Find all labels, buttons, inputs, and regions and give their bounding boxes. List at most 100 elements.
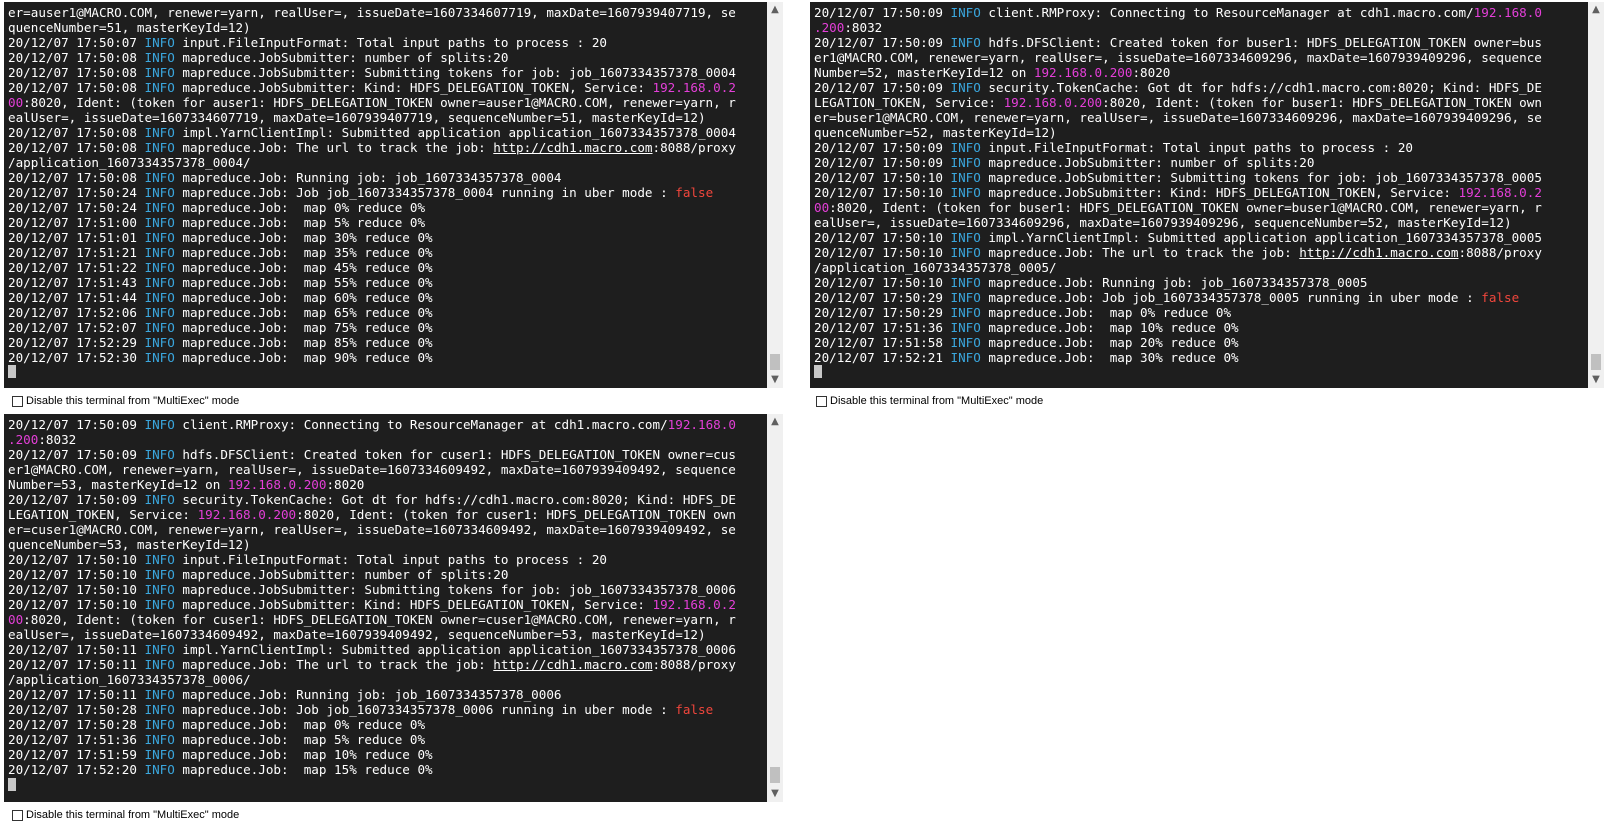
log-text: 20/12/07 17:52:29 <box>8 335 145 350</box>
log-text: mapreduce.Job: Job job_1607334357378_000… <box>174 702 676 717</box>
log-text: 20/12/07 17:50:08 <box>8 125 145 140</box>
log-level: INFO <box>144 335 175 350</box>
multiexec-toggle[interactable]: Disable this terminal from "MultiExec" m… <box>12 809 239 821</box>
terminal-line: 20/12/07 17:51:36 INFO mapreduce.Job: ma… <box>8 732 765 747</box>
log-text: 20/12/07 17:50:09 <box>8 447 145 462</box>
log-level: INFO <box>144 717 175 732</box>
terminal-3[interactable]: 20/12/07 17:50:09 INFO client.RMProxy: C… <box>4 414 783 802</box>
terminal-line: 00:8020, Ident: (token for auser1: HDFS_… <box>8 95 765 110</box>
vertical-scrollbar[interactable]: ▲ ▼ <box>1588 2 1604 388</box>
scrollbar-thumb[interactable] <box>770 767 780 783</box>
log-text: 20/12/07 17:52:30 <box>8 350 145 365</box>
terminal-line: 20/12/07 17:51:22 INFO mapreduce.Job: ma… <box>8 260 765 275</box>
scroll-up-icon[interactable]: ▲ <box>1588 2 1604 18</box>
terminal-line: 20/12/07 17:52:06 INFO mapreduce.Job: ma… <box>8 305 765 320</box>
log-text: mapreduce.JobSubmitter: Kind: HDFS_DELEG… <box>174 80 653 95</box>
log-level: INFO <box>950 185 981 200</box>
log-text: :8020 <box>326 477 365 492</box>
terminal-cursor <box>8 365 16 378</box>
log-level: INFO <box>950 80 981 95</box>
log-text: er=cuser1@MACRO.COM, renewer=yarn, realU… <box>8 522 736 537</box>
log-text: quenceNumber=53, masterKeyId=12) <box>8 537 251 552</box>
terminal-line: 20/12/07 17:50:10 INFO mapreduce.JobSubm… <box>8 567 765 582</box>
terminal-line: 20/12/07 17:50:24 INFO mapreduce.Job: Jo… <box>8 185 765 200</box>
terminal-line: 20/12/07 17:50:08 INFO mapreduce.JobSubm… <box>8 80 765 95</box>
url-link[interactable]: http://cdh1.macro.com <box>493 657 652 672</box>
log-level: INFO <box>144 447 175 462</box>
scroll-down-icon[interactable]: ▼ <box>767 786 783 802</box>
scrollbar-thumb[interactable] <box>1591 354 1601 370</box>
terminal-line: .200:8032 <box>814 20 1586 35</box>
log-level: INFO <box>950 320 981 335</box>
vertical-scrollbar[interactable]: ▲ ▼ <box>767 2 783 388</box>
terminal-line: 20/12/07 17:50:09 INFO security.TokenCac… <box>8 492 765 507</box>
log-text: 20/12/07 17:51:44 <box>8 290 145 305</box>
log-text: hdfs.DFSClient: Created token for cuser1… <box>174 447 736 462</box>
checkbox[interactable] <box>12 395 23 407</box>
vertical-scrollbar[interactable]: ▲ ▼ <box>767 414 783 802</box>
multiexec-toggle[interactable]: Disable this terminal from "MultiExec" m… <box>12 395 239 407</box>
scroll-up-icon[interactable]: ▲ <box>767 2 783 18</box>
false-value: false <box>675 702 714 717</box>
checkbox[interactable] <box>816 395 827 407</box>
scroll-up-icon[interactable]: ▲ <box>767 414 783 430</box>
log-text: /application_1607334357378_0005/ <box>814 260 1057 275</box>
log-text: :8088/proxy <box>1458 245 1542 260</box>
log-level: INFO <box>144 657 175 672</box>
terminal-line: er1@MACRO.COM, renewer=yarn, realUser=, … <box>814 50 1586 65</box>
terminal-line: er1@MACRO.COM, renewer=yarn, realUser=, … <box>8 462 765 477</box>
log-text: 20/12/07 17:50:11 <box>8 687 145 702</box>
log-text: LEGATION_TOKEN, Service: <box>814 95 1004 110</box>
log-level: INFO <box>950 335 981 350</box>
terminal-line: er=auser1@MACRO.COM, renewer=yarn, realU… <box>8 5 765 20</box>
url-link[interactable]: http://cdh1.macro.com <box>1299 245 1458 260</box>
log-text: :8020, Ident: (token for buser1: HDFS_DE… <box>829 200 1542 215</box>
terminal-line: 20/12/07 17:51:36 INFO mapreduce.Job: ma… <box>814 320 1586 335</box>
log-text: ealUser=, issueDate=1607334609296, maxDa… <box>814 215 1512 230</box>
multiexec-toggle[interactable]: Disable this terminal from "MultiExec" m… <box>816 395 1043 407</box>
checkbox-label: Disable this terminal from "MultiExec" m… <box>830 395 1044 407</box>
log-text: mapreduce.Job: map 30% reduce 0% <box>980 350 1239 365</box>
log-level: INFO <box>950 155 981 170</box>
log-text: mapreduce.Job: The url to track the job: <box>174 657 494 672</box>
terminal-line: 20/12/07 17:50:09 INFO client.RMProxy: C… <box>814 5 1586 20</box>
log-text: 20/12/07 17:50:08 <box>8 65 145 80</box>
scroll-down-icon[interactable]: ▼ <box>767 372 783 388</box>
checkbox[interactable] <box>12 809 23 821</box>
terminal-line: 20/12/07 17:50:10 INFO mapreduce.JobSubm… <box>8 582 765 597</box>
log-text: 20/12/07 17:52:07 <box>8 320 145 335</box>
log-level: INFO <box>144 140 175 155</box>
log-text: mapreduce.Job: map 45% reduce 0% <box>174 260 433 275</box>
log-text: 20/12/07 17:50:08 <box>8 50 145 65</box>
terminal-line: 00:8020, Ident: (token for buser1: HDFS_… <box>814 200 1586 215</box>
terminal-2[interactable]: 20/12/07 17:50:09 INFO client.RMProxy: C… <box>810 2 1604 388</box>
ip-address: 00 <box>8 612 24 627</box>
log-text: mapreduce.JobSubmitter: number of splits… <box>174 50 509 65</box>
log-text: 20/12/07 17:50:09 <box>814 5 951 20</box>
log-level: INFO <box>144 260 175 275</box>
scroll-down-icon[interactable]: ▼ <box>1588 372 1604 388</box>
log-text: :8020, Ident: (token for buser1: HDFS_DE… <box>1102 95 1542 110</box>
scrollbar-thumb[interactable] <box>770 354 780 370</box>
log-text: 20/12/07 17:51:01 <box>8 230 145 245</box>
log-text: 20/12/07 17:50:24 <box>8 200 145 215</box>
terminal-line: 20/12/07 17:51:59 INFO mapreduce.Job: ma… <box>8 747 765 762</box>
terminal-line: 00:8020, Ident: (token for cuser1: HDFS_… <box>8 612 765 627</box>
terminal-line: 20/12/07 17:50:10 INFO mapreduce.JobSubm… <box>8 597 765 612</box>
terminal-line: 20/12/07 17:50:10 INFO mapreduce.Job: Th… <box>814 245 1586 260</box>
log-text: 20/12/07 17:50:08 <box>8 170 145 185</box>
log-level: INFO <box>950 170 981 185</box>
terminal-line: 20/12/07 17:50:28 INFO mapreduce.Job: Jo… <box>8 702 765 717</box>
log-text: :8032 <box>844 20 883 35</box>
terminal-line: 20/12/07 17:50:11 INFO mapreduce.Job: Ru… <box>8 687 765 702</box>
url-link[interactable]: http://cdh1.macro.com <box>493 140 652 155</box>
ip-address: 00 <box>814 200 830 215</box>
terminal-1[interactable]: er=auser1@MACRO.COM, renewer=yarn, realU… <box>4 2 783 388</box>
log-level: INFO <box>144 492 175 507</box>
log-text: 20/12/07 17:51:58 <box>814 335 951 350</box>
log-text: LEGATION_TOKEN, Service: <box>8 507 198 522</box>
log-text: Number=53, masterKeyId=12 on <box>8 477 228 492</box>
log-text: quenceNumber=51, masterKeyId=12) <box>8 20 251 35</box>
log-text: 20/12/07 17:50:08 <box>8 80 145 95</box>
terminal-line: 20/12/07 17:51:44 INFO mapreduce.Job: ma… <box>8 290 765 305</box>
